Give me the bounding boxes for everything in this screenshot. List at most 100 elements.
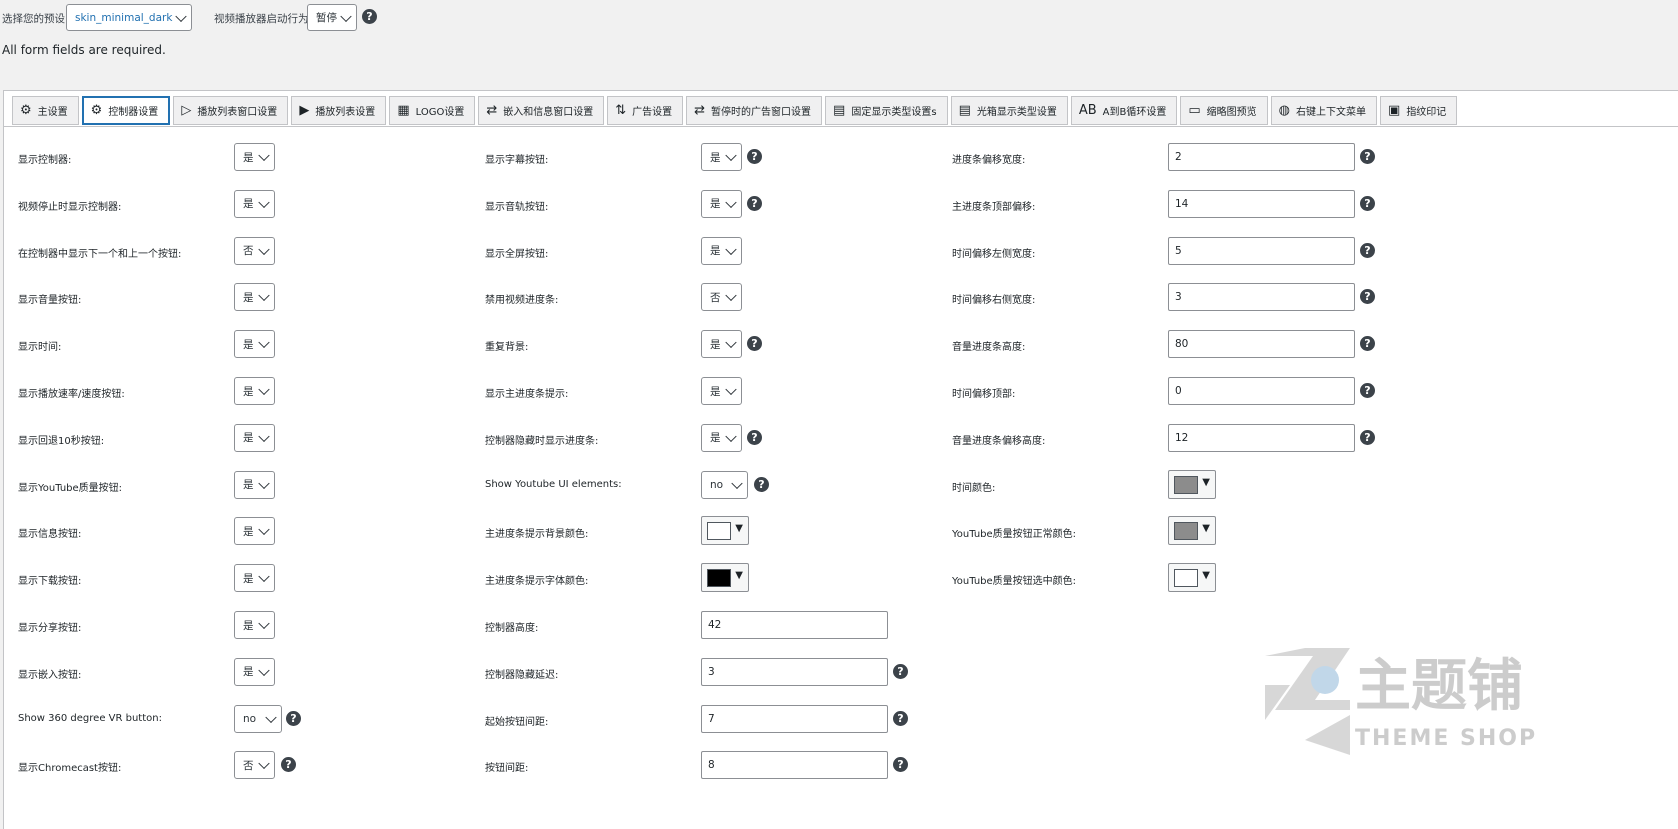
field-select[interactable]: 是: [701, 236, 742, 265]
field-text-input[interactable]: 80: [1168, 330, 1355, 359]
help-icon[interactable]: ?: [362, 9, 377, 24]
field-select[interactable]: 否: [701, 283, 742, 312]
field-select-value: 是: [243, 572, 254, 585]
chevron-down-icon: [340, 10, 352, 22]
field-select[interactable]: 是: [234, 564, 275, 593]
field-select[interactable]: 是: [701, 143, 742, 171]
field-text-input[interactable]: 5: [1168, 236, 1355, 265]
field-select[interactable]: 是: [234, 143, 275, 171]
field-select[interactable]: no: [701, 470, 748, 499]
field-select[interactable]: 是: [234, 470, 275, 499]
tab-fixed-display[interactable]: ▤ 固定显示类型设置s: [825, 96, 948, 125]
field-select[interactable]: 否: [234, 751, 275, 780]
embed-icon: ⇄: [486, 103, 498, 118]
help-icon[interactable]: ?: [893, 757, 908, 773]
chevron-down-icon: [731, 477, 743, 489]
field-select[interactable]: no: [234, 704, 282, 733]
field-select[interactable]: 是: [701, 377, 742, 405]
field-select-value: 是: [243, 338, 254, 351]
chevron-down-icon: [258, 243, 270, 255]
caret-down-icon: ▼: [1202, 523, 1210, 535]
field-select[interactable]: 是: [701, 189, 742, 218]
autoplay-select[interactable]: 暂停: [307, 4, 357, 31]
field-select-value: no: [243, 712, 257, 725]
caret-down-icon: ▼: [1202, 570, 1210, 582]
field-text-input[interactable]: 12: [1168, 423, 1355, 452]
help-icon[interactable]: ?: [1360, 149, 1375, 164]
chevron-down-icon: [725, 149, 737, 162]
tab-gear[interactable]: ⚙ 控制器设置: [81, 96, 171, 125]
field-select-value: 是: [243, 479, 254, 492]
field-select[interactable]: 是: [234, 189, 275, 218]
monitor-icon: ▭: [1188, 103, 1201, 118]
field-select[interactable]: 是: [234, 657, 275, 686]
field-text-input[interactable]: 2: [1168, 143, 1355, 171]
tab-mouse[interactable]: ◍ 右键上下文菜单: [1270, 96, 1378, 125]
help-icon[interactable]: ?: [286, 710, 301, 726]
help-icon[interactable]: ?: [747, 336, 762, 352]
tab-label: 缩略图预览: [1206, 107, 1257, 118]
field-select[interactable]: 是: [234, 283, 275, 312]
tab-label: 固定显示类型设置s: [851, 107, 937, 118]
help-icon[interactable]: ?: [1360, 289, 1375, 305]
color-picker[interactable]: ▼: [1168, 469, 1216, 499]
preset-select[interactable]: skin_minimal_dark: [66, 4, 192, 31]
color-swatch: [1174, 569, 1198, 588]
field-label: 视频停止时显示控制器:: [18, 201, 122, 213]
field-text-input[interactable]: 0: [1168, 377, 1355, 405]
tab-sliders[interactable]: ⚙ 主设置: [12, 96, 79, 125]
field-text-input[interactable]: 3: [701, 657, 888, 686]
tab-embed[interactable]: ⇄ 嵌入和信息窗口设置: [478, 96, 605, 125]
chevron-down-icon: [258, 430, 270, 442]
tab-label: 右键上下文菜单: [1296, 107, 1367, 118]
field-text-input[interactable]: 7: [701, 704, 888, 733]
field-select[interactable]: 是: [701, 423, 742, 452]
help-icon[interactable]: ?: [281, 757, 296, 773]
color-picker[interactable]: ▼: [701, 516, 749, 546]
help-icon[interactable]: ?: [893, 710, 908, 726]
tab-ab-loop[interactable]: AB A到B循环设置: [1070, 96, 1178, 125]
field-select-value: 否: [710, 291, 721, 304]
field-select[interactable]: 是: [234, 423, 275, 452]
field-label: 显示Chromecast按钮:: [18, 763, 122, 775]
help-icon[interactable]: ?: [1360, 336, 1375, 352]
field-select[interactable]: 是: [701, 330, 742, 359]
field-select[interactable]: 是: [234, 330, 275, 359]
help-icon[interactable]: ?: [1360, 242, 1375, 258]
tab-lightbox[interactable]: ▤ 光箱显示类型设置: [950, 96, 1068, 125]
help-icon[interactable]: ?: [893, 663, 908, 679]
help-icon[interactable]: ?: [747, 195, 762, 211]
field-text-input[interactable]: 3: [1168, 283, 1355, 312]
field-text-input[interactable]: 8: [701, 751, 888, 780]
help-icon[interactable]: ?: [1360, 429, 1375, 445]
field-label: 重复背景:: [485, 342, 529, 354]
field-label: 显示分享按钮:: [18, 623, 82, 634]
tab-monitor[interactable]: ▭ 缩略图预览: [1180, 96, 1268, 125]
field-select[interactable]: 否: [234, 236, 275, 265]
caret-down-icon: ▼: [735, 523, 743, 535]
help-icon[interactable]: ?: [747, 149, 762, 164]
preset-select-value: skin_minimal_dark: [75, 11, 173, 24]
help-icon[interactable]: ?: [1360, 383, 1375, 398]
field-select[interactable]: 是: [234, 517, 275, 546]
tab-pause-ads[interactable]: ⇄ 暂停时的广告窗口设置: [686, 96, 823, 125]
tab-playlist[interactable]: ▶ 播放列表设置: [291, 96, 387, 125]
color-picker[interactable]: ▼: [1168, 516, 1216, 546]
tab-fingerprint[interactable]: ▣ 指纹印记: [1380, 96, 1458, 125]
help-icon[interactable]: ?: [754, 476, 769, 492]
field-label: 控制器高度:: [485, 623, 539, 634]
field-text-input[interactable]: 14: [1168, 189, 1355, 218]
tab-logo[interactable]: ▦ LOGO设置: [389, 96, 476, 125]
field-select[interactable]: 是: [234, 377, 275, 405]
help-icon[interactable]: ?: [747, 429, 762, 445]
chevron-down-icon: [258, 664, 270, 676]
tab-ads[interactable]: ⇅ 广告设置: [607, 96, 684, 125]
field-label: 主进度条提示背景颜色:: [485, 529, 589, 541]
field-text-input[interactable]: 42: [701, 611, 888, 639]
help-icon[interactable]: ?: [1360, 195, 1375, 211]
tab-playlist-window[interactable]: ▷ 播放列表窗口设置: [173, 96, 289, 125]
color-picker[interactable]: ▼: [1168, 563, 1216, 593]
field-select[interactable]: 是: [234, 611, 275, 639]
field-label: 显示下载按钮:: [18, 576, 82, 588]
color-picker[interactable]: ▼: [701, 563, 749, 593]
